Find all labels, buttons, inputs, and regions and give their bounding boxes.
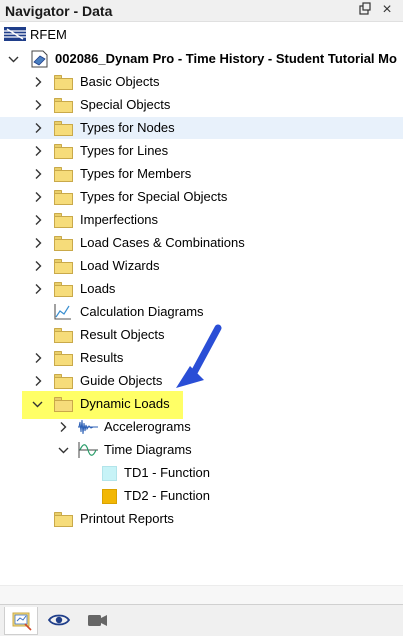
model-file-icon — [29, 50, 49, 68]
chevron-right-icon[interactable] — [33, 76, 44, 88]
tree-label: Results — [80, 350, 124, 365]
tree-label: Basic Objects — [80, 74, 160, 89]
tree-label: Dynamic Loads — [80, 396, 170, 411]
chevron-right-icon[interactable] — [33, 99, 44, 111]
tree-label: Load Cases & Combinations — [80, 235, 245, 250]
diagram-icon — [53, 303, 73, 321]
close-icon[interactable]: × — [379, 1, 395, 19]
data-navigator-icon — [12, 612, 32, 631]
td2-color-swatch — [102, 489, 117, 504]
chevron-right-icon[interactable] — [33, 352, 44, 364]
tree-label: Calculation Diagrams — [80, 304, 204, 319]
tree-row-load-wizards[interactable]: Load Wizards — [0, 255, 403, 277]
accelerogram-icon — [77, 418, 98, 436]
folder-icon — [53, 349, 73, 367]
td1-color-swatch — [102, 466, 117, 481]
folder-icon — [53, 280, 73, 298]
annotation-arrow-icon — [176, 324, 222, 388]
chevron-down-icon[interactable] — [32, 398, 43, 410]
tree-row-basic-objects[interactable]: Basic Objects — [0, 71, 403, 93]
navigator-titlebar: Navigator - Data × — [0, 0, 403, 22]
tree-label: Types for Lines — [80, 143, 169, 158]
eye-icon — [47, 614, 71, 626]
folder-icon — [53, 257, 73, 275]
horizontal-scroll-area — [0, 585, 403, 604]
chevron-down-icon[interactable] — [58, 444, 69, 456]
chevron-right-icon[interactable] — [33, 214, 44, 226]
tree-row-model[interactable]: 002086_Dynam Pro - Time History - Studen… — [0, 48, 403, 70]
folder-icon — [53, 73, 73, 91]
tree-row-types-for-members[interactable]: Types for Members — [0, 163, 403, 185]
tab-video[interactable] — [80, 607, 114, 635]
chevron-right-icon[interactable] — [33, 260, 44, 272]
folder-open-icon — [53, 395, 73, 413]
folder-icon — [53, 142, 73, 160]
tree-row-types-for-nodes[interactable]: Types for Nodes — [0, 117, 403, 139]
tree-label-rfem: RFEM — [30, 27, 67, 42]
chevron-right-icon[interactable] — [33, 375, 44, 387]
tab-data[interactable] — [4, 607, 38, 635]
folder-icon — [53, 326, 73, 344]
chevron-right-icon[interactable] — [33, 283, 44, 295]
folder-icon — [53, 372, 73, 390]
tree-row-types-for-special-objects[interactable]: Types for Special Objects — [0, 186, 403, 208]
chevron-right-icon[interactable] — [33, 145, 44, 157]
folder-icon — [53, 119, 73, 137]
tree-label: Load Wizards — [80, 258, 160, 273]
chevron-right-icon[interactable] — [58, 421, 69, 433]
chevron-right-icon[interactable] — [33, 191, 44, 203]
tree-label: Types for Special Objects — [80, 189, 228, 204]
tree-row-calculation-diagrams[interactable]: Calculation Diagrams — [0, 301, 403, 323]
pin-icon[interactable] — [357, 2, 373, 18]
tree-row-rfem[interactable]: RFEM — [0, 24, 403, 46]
window-title: Navigator - Data — [5, 3, 113, 19]
video-camera-icon — [88, 615, 107, 626]
tree-label: Loads — [80, 281, 116, 296]
chevron-right-icon[interactable] — [33, 237, 44, 249]
tree-row-printout-reports[interactable]: Printout Reports — [0, 508, 403, 530]
tree-label: Types for Nodes — [80, 120, 175, 135]
chevron-right-icon[interactable] — [33, 168, 44, 180]
folder-icon — [53, 211, 73, 229]
folder-icon — [53, 234, 73, 252]
folder-icon — [53, 510, 73, 528]
tree-label: Accelerograms — [104, 419, 191, 434]
tree-label: TD2 - Function — [124, 488, 210, 503]
tree-row-load-cases-combinations[interactable]: Load Cases & Combinations — [0, 232, 403, 254]
tree-label-model: 002086_Dynam Pro - Time History - Studen… — [55, 51, 397, 66]
tree-label: Special Objects — [80, 97, 171, 112]
tree-row-special-objects[interactable]: Special Objects — [0, 94, 403, 116]
tree-label: Types for Members — [80, 166, 192, 181]
folder-icon — [53, 188, 73, 206]
tree-label: Time Diagrams — [104, 442, 192, 457]
tree-label: Guide Objects — [80, 373, 163, 388]
tree-row-td2[interactable]: TD2 - Function — [0, 485, 403, 507]
tree-label: Result Objects — [80, 327, 165, 342]
navigator-tabs — [0, 604, 403, 636]
tree-label: Printout Reports — [80, 511, 174, 526]
tree-row-types-for-lines[interactable]: Types for Lines — [0, 140, 403, 162]
navigator-tree: RFEM 002086_Dynam Pro - Time History - S… — [0, 22, 403, 585]
tree-row-loads[interactable]: Loads — [0, 278, 403, 300]
folder-icon — [53, 165, 73, 183]
chevron-down-icon[interactable] — [8, 53, 19, 65]
folder-icon — [53, 96, 73, 114]
tree-row-accelerograms[interactable]: Accelerograms — [0, 416, 403, 438]
chevron-right-icon[interactable] — [33, 122, 44, 134]
tree-row-time-diagrams[interactable]: Time Diagrams — [0, 439, 403, 461]
tree-label: TD1 - Function — [124, 465, 210, 480]
rfem-logo-icon — [4, 26, 26, 44]
tab-view[interactable] — [42, 607, 76, 635]
time-diagram-icon — [77, 441, 98, 459]
tree-row-imperfections[interactable]: Imperfections — [0, 209, 403, 231]
tree-label: Imperfections — [80, 212, 159, 227]
tree-row-td1[interactable]: TD1 - Function — [0, 462, 403, 484]
